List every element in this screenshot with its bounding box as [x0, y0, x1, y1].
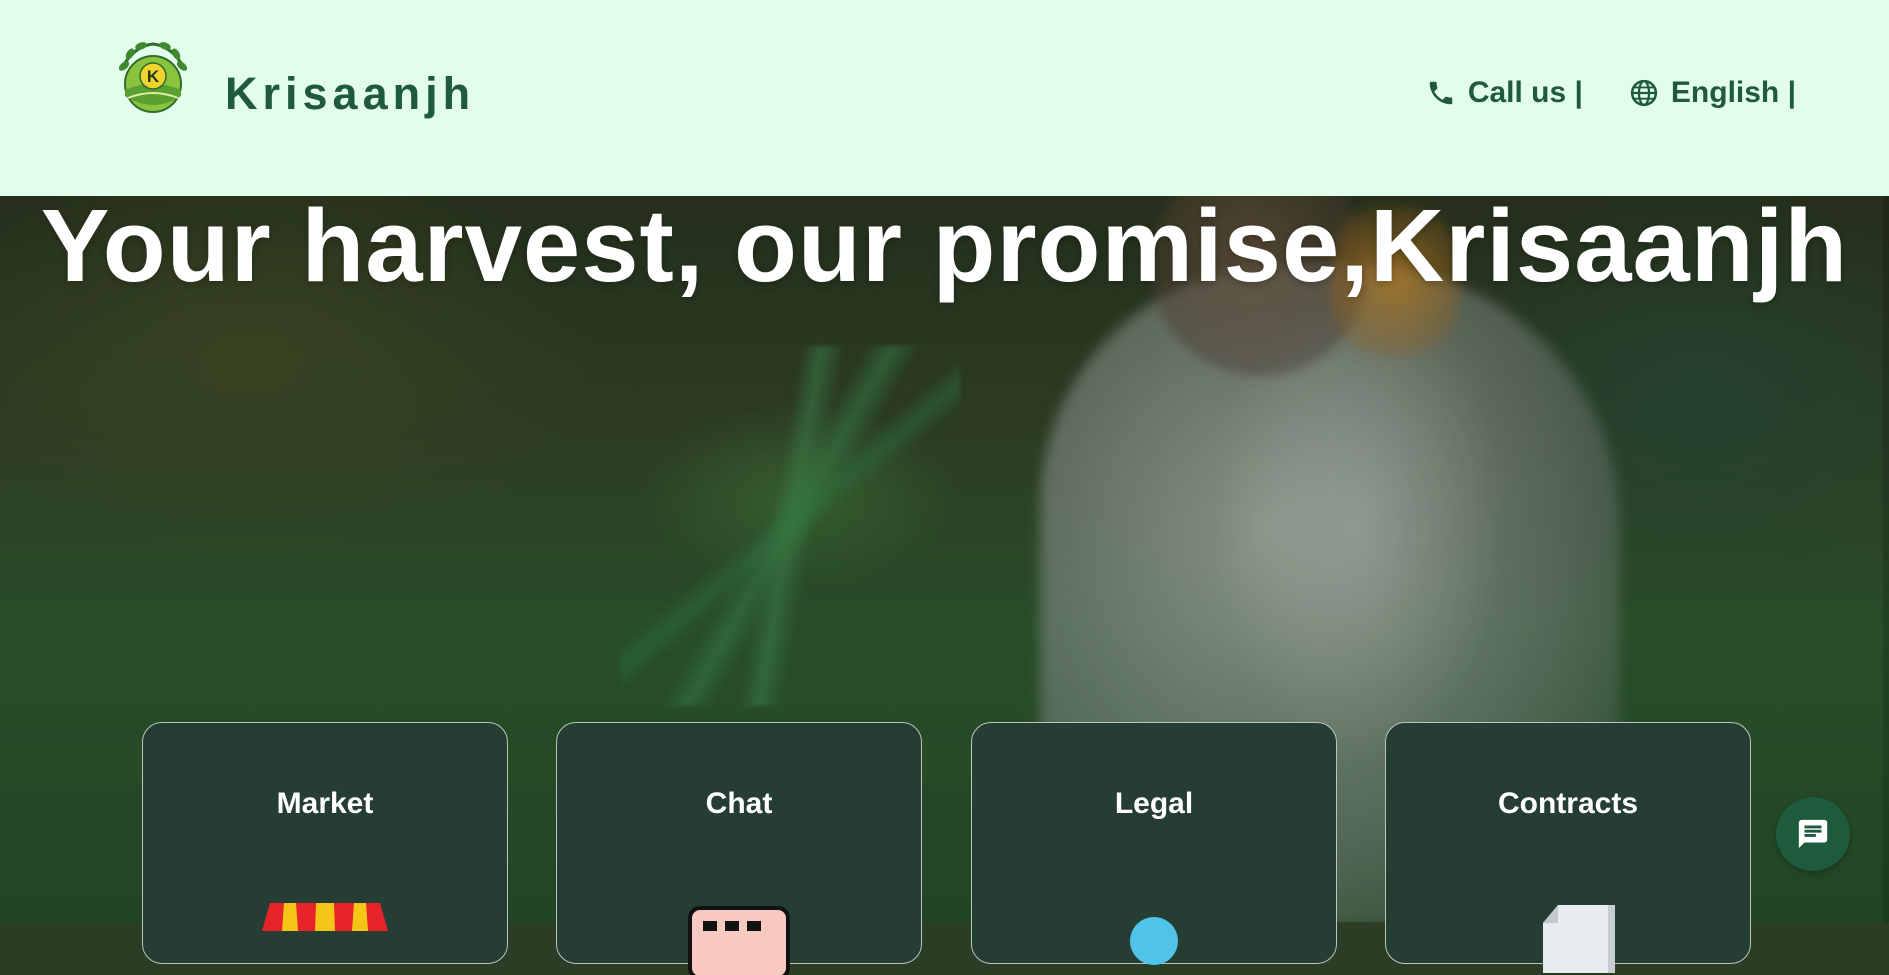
site-header: K Krisaanjh Call us | English |	[0, 0, 1889, 196]
call-us-link[interactable]: Call us |	[1426, 76, 1583, 110]
legal-icon	[1130, 917, 1178, 965]
card-market[interactable]: Market	[142, 722, 508, 964]
hero-title: Your harvest, our promise,Krisaanjh	[40, 188, 1849, 303]
card-title: Legal	[1114, 787, 1194, 820]
contract-document-icon	[1543, 905, 1615, 973]
card-title: Market	[276, 787, 374, 820]
brand-logo[interactable]: K	[114, 38, 192, 116]
card-contracts[interactable]: Contracts	[1385, 722, 1751, 973]
card-legal[interactable]: Legal	[971, 722, 1337, 965]
card-title: Contracts	[1497, 787, 1639, 820]
logo-letter: K	[147, 67, 160, 86]
message-icon	[1798, 819, 1828, 849]
leaf-logo-icon: K	[118, 42, 188, 113]
call-us-label: Call us |	[1467, 76, 1583, 109]
chat-icon	[688, 906, 790, 975]
card-title: Chat	[705, 787, 773, 820]
card-chat[interactable]: Chat	[556, 722, 922, 975]
phone-icon	[1429, 81, 1453, 105]
language-label: English |	[1670, 76, 1796, 109]
header-nav: Call us | English |	[1426, 76, 1796, 110]
brand-name[interactable]: Krisaanjh	[225, 67, 475, 121]
market-stall-icon	[262, 903, 388, 931]
chat-support-button[interactable]	[1776, 797, 1850, 871]
globe-icon	[1630, 79, 1658, 107]
language-selector[interactable]: English |	[1629, 76, 1796, 110]
page-scrollbar[interactable]	[1883, 196, 1889, 922]
